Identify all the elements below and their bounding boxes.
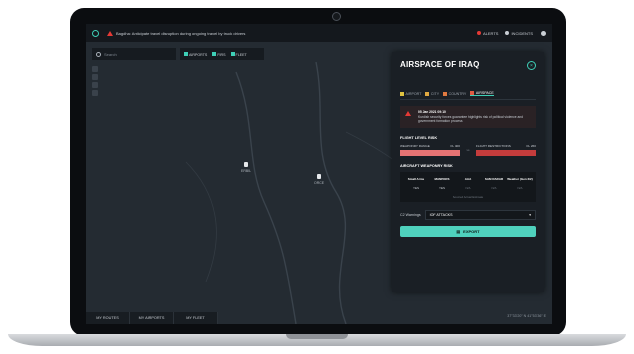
table-row: YES YES N/A N/A N/A (412, 186, 523, 191)
export-button[interactable]: ▤ EXPORT (400, 225, 536, 237)
layers-button[interactable] (92, 82, 98, 88)
incidents-dot-icon (505, 31, 510, 35)
alerts-label: ALERTS (482, 30, 499, 36)
flight-level-risk: WEAPONRY RANGE FL 400 vs FLIGHT RESTRICT… (400, 144, 536, 156)
filter-airports[interactable]: AIRPORTS (184, 51, 207, 57)
swatch-icon (425, 91, 430, 96)
airspace-panel: AIRSPACE OF IRAQ × AIRPORT CITY COUNTRY … (392, 52, 544, 292)
flight-restrictions-card: FLIGHT RESTRICTIONS FL 260 (476, 144, 536, 156)
flight-level-title: FLIGHT LEVEL RISK (400, 135, 438, 140)
weaponry-table: Small Arms MANPADS AAA SAM RADAR Weather… (400, 171, 536, 202)
alerts-dot-icon (476, 31, 481, 35)
panel-alert[interactable]: 05 Jan 2021 09:10 Kurdish security force… (400, 106, 536, 128)
logo-icon[interactable] (92, 29, 99, 37)
fullscreen-button[interactable] (92, 90, 98, 96)
checkbox-icon (230, 51, 235, 56)
app-screen: Bagdha: Anticipate travel disruption dur… (86, 24, 552, 324)
tab-my-fleet[interactable]: MY FLEET (174, 312, 218, 324)
weaponry-range-bar (400, 149, 460, 156)
filter-firs[interactable]: FIRS (212, 51, 226, 57)
weaponry-range-label: WEAPONRY RANGE (400, 143, 430, 148)
map-view[interactable]: Search AIRPORTS FIRS FLEET ERBIL ORCE 37… (86, 42, 552, 324)
bottom-tabs: MY ROUTES MY AIRPORTS MY FLEET (86, 312, 218, 324)
zoom-in-button[interactable] (92, 66, 98, 72)
tab-airport[interactable]: AIRPORT (400, 91, 421, 96)
search-icon (96, 51, 101, 57)
camera-icon (332, 12, 341, 21)
incidents-button[interactable]: INCIDENTS (505, 31, 533, 36)
warnings-label: C2 Warnings (400, 212, 421, 217)
pin-icon (317, 174, 322, 179)
zoom-out-button[interactable] (92, 74, 98, 80)
swatch-icon (470, 91, 475, 95)
table-header: Small Arms MANPADS AAA SAM RADAR Weather… (407, 177, 533, 182)
checkbox-icon (212, 51, 217, 56)
weaponry-range-card: WEAPONRY RANGE FL 400 (400, 144, 460, 156)
tab-city[interactable]: CITY (425, 91, 439, 96)
close-button[interactable]: × (527, 61, 536, 70)
filter-fleet[interactable]: FLEET (230, 51, 247, 57)
tab-my-airports[interactable]: MY AIRPORTS (130, 312, 174, 324)
map-tools (92, 66, 98, 96)
document-icon: ▤ (456, 228, 461, 234)
coordinates-readout: 37°33'20" N 41°53'36" E (507, 314, 546, 318)
warnings-select[interactable]: IOF ATTACKS ▾ (424, 209, 536, 220)
swatch-icon (443, 91, 448, 96)
alerts-button[interactable]: ALERTS (476, 30, 499, 36)
weaponry-title: AIRCRAFT WEAPONRY RISK (400, 163, 453, 168)
top-bar: Bagdha: Anticipate travel disruption dur… (86, 24, 552, 42)
alert-text: Kurdish security forces guarantee highli… (418, 114, 524, 124)
panel-title: AIRSPACE OF IRAQ (400, 60, 480, 69)
table-note: Sourced Actual Estimate (452, 194, 484, 199)
city-marker-orce[interactable]: ORCE (314, 174, 324, 185)
swatch-icon (400, 91, 404, 96)
flight-restrictions-label: FLIGHT RESTRICTIONS (476, 143, 511, 148)
panel-tabs: AIRPORT CITY COUNTRY AIRSPACE (400, 91, 536, 100)
user-icon[interactable] (541, 30, 546, 36)
tab-airspace[interactable]: AIRSPACE (470, 91, 494, 96)
checkbox-icon (184, 51, 188, 56)
flight-restrictions-value: FL 260 (526, 143, 536, 148)
pin-icon (244, 162, 249, 167)
alert-ticker[interactable]: Bagdha: Anticipate travel disruption dur… (116, 31, 470, 36)
incidents-label: INCIDENTS (511, 30, 533, 36)
search-bar[interactable]: Search (92, 48, 176, 60)
laptop-frame: Bagdha: Anticipate travel disruption dur… (0, 0, 634, 354)
city-marker-erbil[interactable]: ERBIL (241, 162, 251, 173)
warning-icon (405, 111, 411, 116)
layer-filters: AIRPORTS FIRS FLEET (180, 48, 264, 60)
laptop-notch (286, 334, 348, 339)
versus-label: vs (466, 147, 470, 152)
search-input[interactable]: Search (104, 52, 117, 57)
flight-restrictions-bar (476, 149, 536, 156)
tab-country[interactable]: COUNTRY (443, 91, 466, 96)
tab-my-routes[interactable]: MY ROUTES (86, 312, 130, 324)
warnings-row: C2 Warnings IOF ATTACKS ▾ (400, 209, 536, 220)
warning-icon (107, 30, 113, 36)
weaponry-range-value: FL 400 (450, 143, 460, 148)
chevron-down-icon: ▾ (529, 212, 531, 217)
